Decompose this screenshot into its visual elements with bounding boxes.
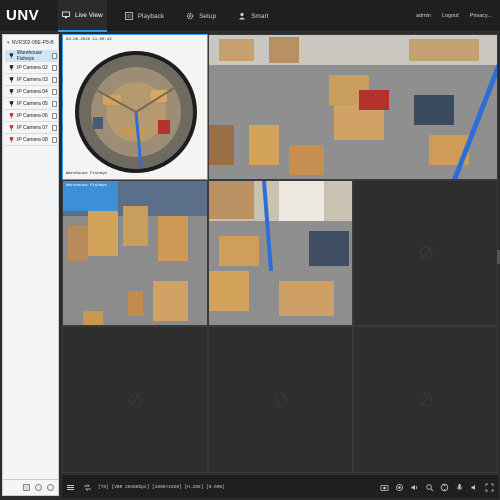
video-grid: 03-06-2020 11:00:42 Warehouse Fisheye Wa… — [62, 34, 498, 473]
camera-name-label: IP Camera 05 — [17, 100, 48, 107]
camera-icon — [9, 136, 14, 142]
nav-setup[interactable]: Setup — [182, 0, 220, 32]
camera-icon — [9, 100, 14, 106]
no-video-icon — [274, 393, 287, 406]
camera-list-item[interactable]: IP Camera 07 — [5, 122, 59, 134]
video-tile-1[interactable]: 03-06-2020 11:00:42 Warehouse Fisheye — [62, 34, 208, 180]
unv-logo: UNV — [6, 7, 40, 24]
microphone-icon[interactable] — [455, 483, 464, 492]
camera-icon — [9, 64, 14, 70]
previous-page-button[interactable] — [35, 484, 42, 491]
no-video-icon — [419, 246, 432, 260]
main-nav: Live View Playback Setup Smart — [58, 0, 272, 32]
privacy-link[interactable]: Privacy... — [470, 13, 492, 19]
camera-name-label: IP Camera 02 — [17, 64, 48, 71]
toolbar-right-group — [380, 475, 494, 499]
stop-all-button[interactable] — [23, 484, 30, 491]
stream-status-text: [TS] [VBR 2048Kbps] [2880×1920] [H.265] … — [98, 484, 225, 490]
nvr-name-label: NVR302-08E-P8-B — [11, 40, 54, 46]
top-bar: UNV Live View Playback Setup Smart admin… — [0, 0, 500, 32]
camera-icon — [9, 88, 14, 94]
camera-name-label: IP Camera 04 — [17, 88, 48, 95]
osd-camera-name: Warehouse Fisheye — [66, 172, 107, 176]
snapshot-icon[interactable] — [380, 483, 389, 492]
audio-icon[interactable] — [410, 483, 419, 492]
camera-icon — [9, 124, 14, 130]
playback-shortcut-icon[interactable] — [52, 53, 57, 59]
gear-icon — [186, 12, 194, 20]
video-tile-8-empty[interactable] — [353, 326, 498, 473]
nvr-web-client: UNV Live View Playback Setup Smart admin… — [0, 0, 500, 500]
no-video-icon — [419, 393, 432, 406]
osd-timestamp: 03-06-2020 11:00:42 — [66, 38, 112, 42]
camera-list: Warehouse Fisheye IP Camera 02 IP Camera 0… — [5, 50, 59, 146]
camera-name-label: IP Camera 03 — [17, 76, 48, 83]
fisheye-video-frame — [63, 35, 207, 179]
record-icon[interactable] — [395, 483, 404, 492]
video-tile-3[interactable]: Warehouse Fisheye — [62, 180, 208, 326]
video-tile-6-empty[interactable] — [62, 326, 208, 473]
playback-shortcut-icon[interactable] — [52, 89, 57, 95]
logout-link[interactable]: Logout — [442, 13, 459, 19]
sidebar-footer — [3, 479, 58, 495]
device-tree-panel: ▾ NVR302-08E-P8-B Warehouse Fisheye IP Ca… — [2, 34, 59, 496]
camera-icon — [9, 112, 14, 118]
playback-shortcut-icon[interactable] — [52, 101, 57, 107]
camera-icon — [9, 76, 14, 82]
nav-playback-label: Playback — [137, 12, 165, 20]
warehouse-video-frame — [63, 181, 207, 325]
playback-shortcut-icon[interactable] — [52, 77, 57, 83]
camera-list-item[interactable]: IP Camera 04 — [5, 86, 59, 98]
user-admin-link[interactable]: admin — [416, 13, 431, 19]
camera-icon — [9, 52, 14, 58]
camera-name-label: IP Camera 06 — [17, 112, 48, 119]
device-tree-root[interactable]: ▾ NVR302-08E-P8-B — [7, 38, 59, 48]
nav-playback[interactable]: Playback — [121, 0, 168, 32]
video-tile-5-empty[interactable] — [353, 180, 498, 326]
stream-switch-icon[interactable] — [83, 483, 92, 492]
camera-name-label: IP Camera 07 — [17, 124, 48, 131]
live-view-toolbar: [TS] [VBR 2048Kbps] [2880×1920] [H.265] … — [62, 474, 498, 498]
toolbar-left-group — [66, 475, 92, 499]
playback-shortcut-icon[interactable] — [52, 137, 57, 143]
video-tile-7-empty[interactable] — [208, 326, 353, 473]
zoom-icon[interactable] — [425, 483, 434, 492]
camera-list-item[interactable]: IP Camera 06 — [5, 110, 59, 122]
playback-icon — [124, 12, 133, 20]
video-tile-4[interactable] — [208, 180, 353, 326]
user-links: admin Logout Privacy... — [416, 0, 492, 32]
camera-name-label: IP Camera 08 — [17, 136, 48, 143]
collapse-caret-icon[interactable]: ▾ — [7, 40, 10, 46]
volume-icon[interactable] — [470, 483, 479, 492]
next-page-button[interactable] — [47, 484, 54, 491]
camera-list-item[interactable]: IP Camera 02 — [5, 62, 59, 74]
nav-smart-label: Smart — [251, 12, 269, 20]
nav-smart[interactable]: Smart — [234, 0, 272, 32]
monitor-icon — [62, 11, 70, 19]
playback-shortcut-icon[interactable] — [52, 113, 57, 119]
warehouse-video-frame — [209, 181, 352, 325]
fullscreen-icon[interactable] — [485, 483, 494, 492]
camera-list-item[interactable]: IP Camera 05 — [5, 98, 59, 110]
nav-live-view-label: Live View — [75, 11, 103, 19]
layout-menu-icon[interactable] — [66, 483, 75, 492]
playback-shortcut-icon[interactable] — [52, 125, 57, 131]
video-tile-2[interactable] — [208, 34, 498, 180]
nav-setup-label: Setup — [199, 12, 217, 20]
warehouse-video-frame — [209, 35, 497, 179]
playback-shortcut-icon[interactable] — [52, 65, 57, 71]
osd-camera-name: Warehouse Fisheye — [66, 184, 107, 188]
smart-icon — [239, 12, 246, 20]
camera-list-item[interactable]: IP Camera 03 — [5, 74, 59, 86]
camera-list-item[interactable]: IP Camera 08 — [5, 134, 59, 146]
camera-list-item[interactable]: Warehouse Fisheye — [5, 50, 59, 62]
no-video-icon — [128, 393, 142, 406]
ptz-icon[interactable] — [440, 483, 449, 492]
nav-live-view[interactable]: Live View — [58, 0, 107, 32]
